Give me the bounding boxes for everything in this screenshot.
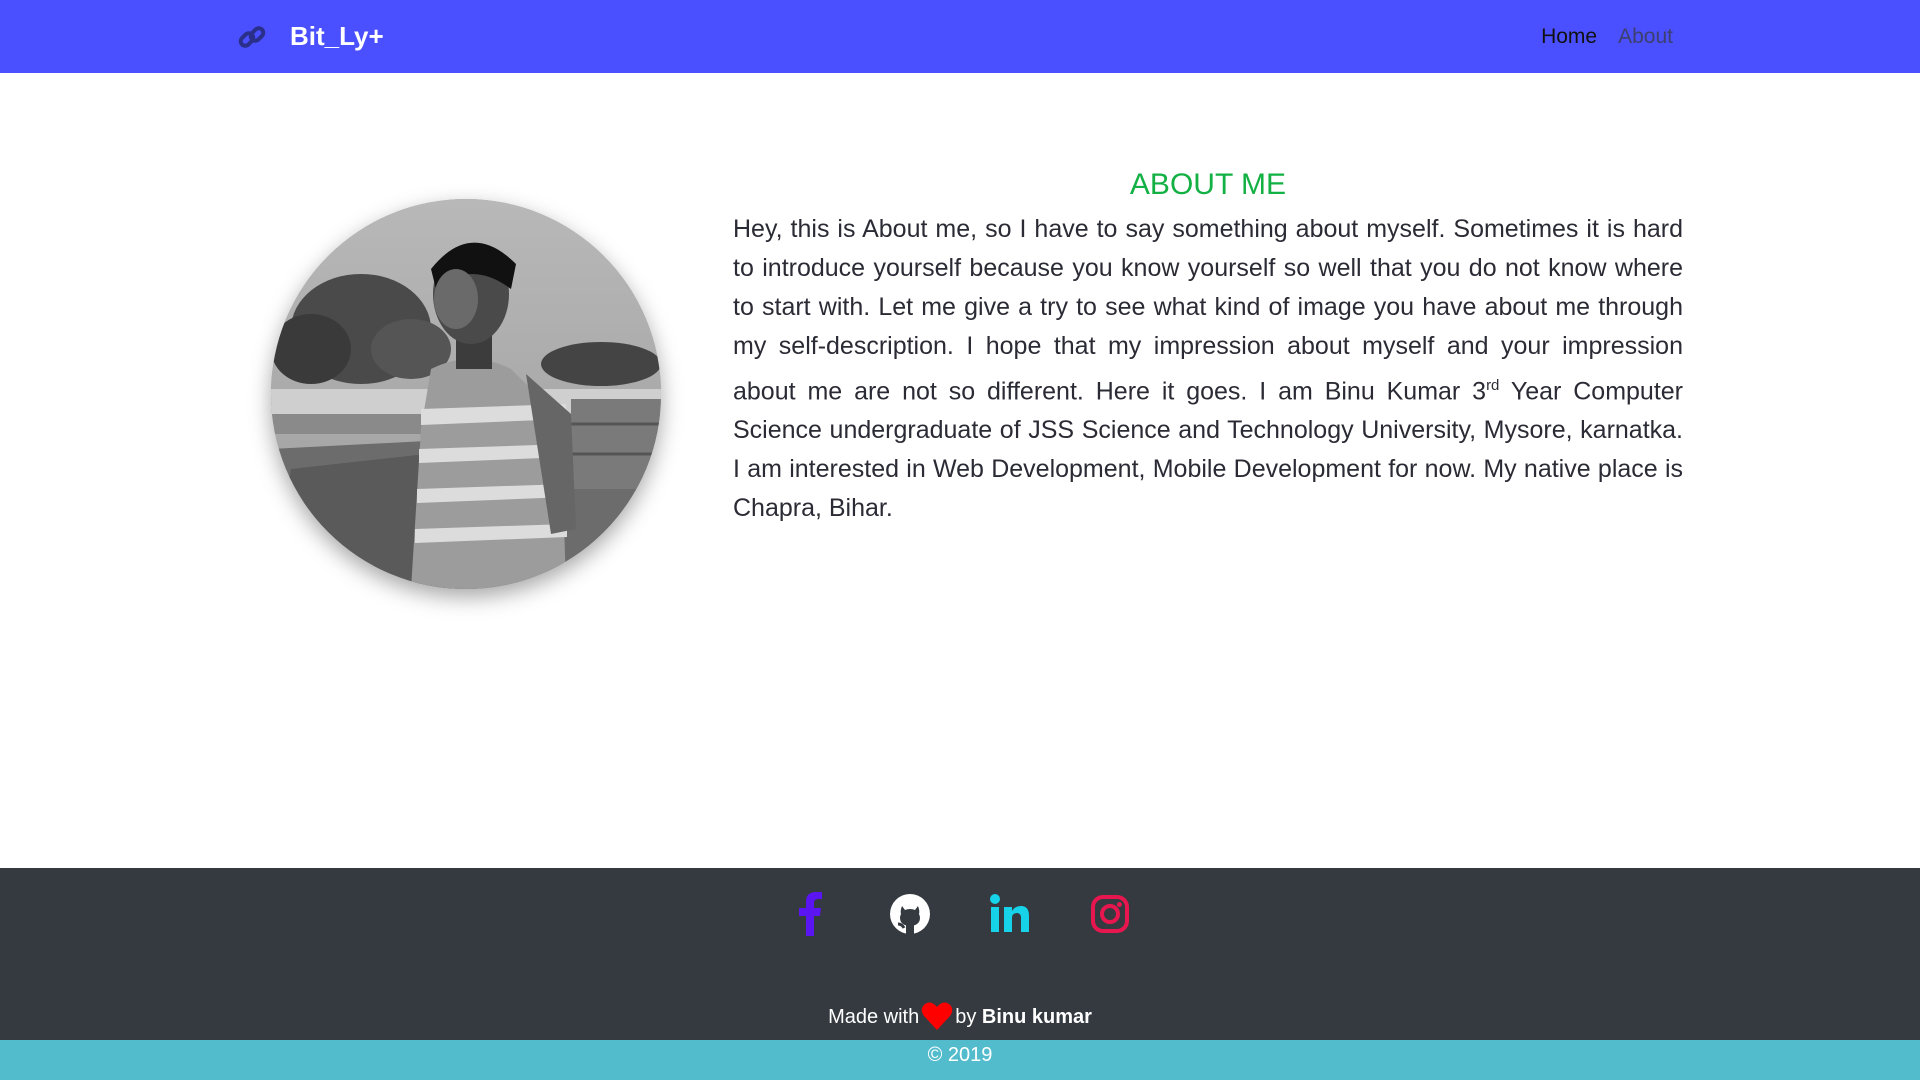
footer-credit: Made with by Binu kumar bbox=[0, 1001, 1920, 1037]
social-links bbox=[0, 891, 1920, 941]
instagram-icon bbox=[1090, 894, 1130, 939]
brand-name: Bit_Ly+ bbox=[290, 21, 384, 51]
by-text: by bbox=[955, 1006, 977, 1028]
brand-link[interactable]: Bit_Ly+ bbox=[234, 0, 384, 73]
nav-link-about[interactable]: About bbox=[1618, 25, 1673, 49]
author-name: Binu kumar bbox=[981, 1006, 1092, 1028]
facebook-icon bbox=[798, 891, 822, 941]
about-paragraph: Hey, this is About me, so I have to say … bbox=[733, 210, 1683, 528]
heart-icon bbox=[921, 1001, 953, 1037]
instagram-link[interactable] bbox=[1060, 892, 1160, 940]
github-icon bbox=[889, 893, 931, 940]
linkedin-icon bbox=[990, 893, 1030, 939]
ordinal-suffix: rd bbox=[1486, 377, 1500, 394]
facebook-link[interactable] bbox=[760, 891, 860, 941]
copyright-text: © 2019 bbox=[927, 1044, 993, 1066]
nav-links: Home About bbox=[1520, 0, 1673, 73]
made-with-text: Made with bbox=[828, 1006, 920, 1028]
about-title: ABOUT ME bbox=[1129, 168, 1287, 201]
link-icon bbox=[234, 19, 270, 55]
profile-photo bbox=[271, 199, 661, 589]
navbar: Bit_Ly+ Home About bbox=[0, 0, 1920, 73]
github-link[interactable] bbox=[860, 892, 960, 940]
about-section: ABOUT ME Hey, this is About me, so I hav… bbox=[733, 160, 1683, 528]
nav-link-home[interactable]: Home bbox=[1541, 25, 1597, 49]
linkedin-link[interactable] bbox=[960, 892, 1060, 940]
footer: Made with by Binu kumar bbox=[0, 868, 1920, 1040]
copyright-bar: © 2019 bbox=[0, 1040, 1920, 1080]
